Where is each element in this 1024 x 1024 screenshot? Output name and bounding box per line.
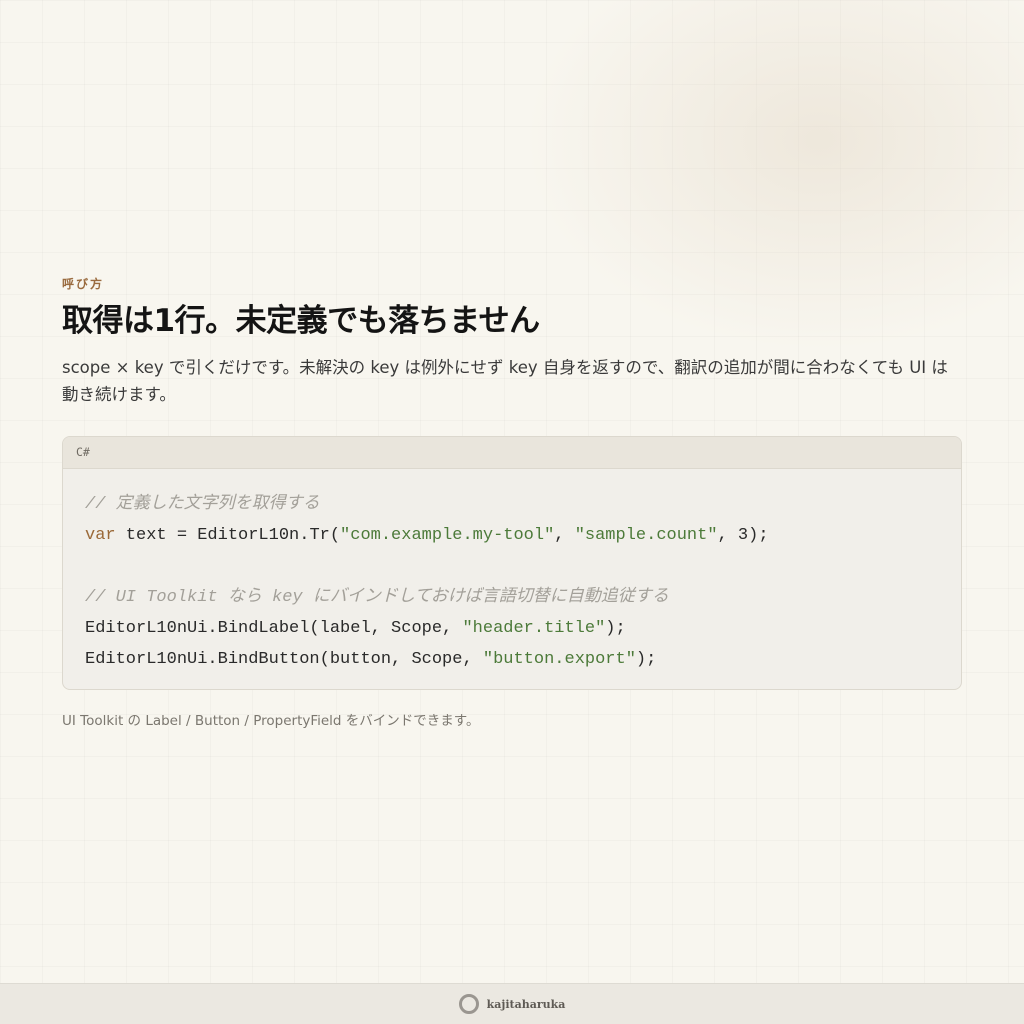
code-comment-binding: // UI Toolkit なら key にバインドしておけば言語切替に自動追従… [85,588,669,607]
code-text: , 3); [717,526,769,545]
code-caption: UI Toolkit の Label / Button / PropertyFi… [62,713,480,729]
code-body: // 定義した文字列を取得する var text = EditorL10n.Tr(… [63,469,961,689]
code-string-button-export: "button.export" [482,650,636,669]
page-title: 取得は1行。未定義でも落ちません [62,303,540,339]
code-line-bind-label: EditorL10nUi.BindLabel(label, Scope, "he… [85,613,939,644]
code-string-key: "sample.count" [574,526,718,545]
content-section: 呼び方 取得は1行。未定義でも落ちません scope × key で引くだけです… [62,276,962,730]
code-text: ); [635,650,657,669]
code-comment-get-string: // 定義した文字列を取得する [85,495,320,514]
code-line-bind-button: EditorL10nUi.BindButton(button, Scope, "… [85,644,939,675]
code-language-label: C# [63,437,961,469]
lead-paragraph: scope × key で引くだけです。未解決の key は例外にせず key … [62,358,948,404]
code-keyword-var: var [85,526,116,545]
brand-name: kajitaharuka [486,997,566,1011]
code-line-tr: var text = EditorL10n.Tr("com.example.my… [85,520,939,551]
ring-logo-icon [458,994,479,1014]
section-eyebrow: 呼び方 [62,277,105,291]
footer-bar: kajitaharuka [0,983,1024,1024]
code-block: C# // 定義した文字列を取得する var text = EditorL10n.… [62,436,962,690]
code-string-header-title: "header.title" [462,619,606,638]
code-text: text = EditorL10n.Tr( [115,526,341,545]
code-text: EditorL10nUi.BindButton(button, Scope, [85,650,483,669]
code-string-scope: "com.example.my-tool" [340,526,555,545]
code-text: , [554,526,575,545]
code-text: ); [605,619,626,638]
code-text: EditorL10nUi.BindLabel(label, Scope, [85,619,463,638]
